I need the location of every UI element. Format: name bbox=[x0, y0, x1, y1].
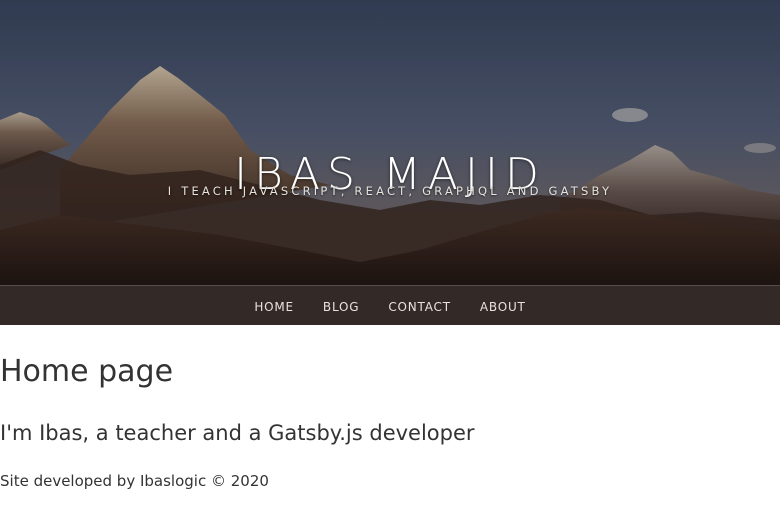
site-tagline: I TEACH JAVASCRIPT, REACT, GRAPHQL AND G… bbox=[167, 184, 613, 198]
nav-item-blog: BLOG bbox=[323, 296, 359, 315]
hero-banner: IBAS MAJID I TEACH JAVASCRIPT, REACT, GR… bbox=[0, 0, 780, 285]
page-title: Home page bbox=[0, 354, 174, 389]
mountain-background-image bbox=[0, 0, 780, 285]
intro-text: I'm Ibas, a teacher and a Gatsby.js deve… bbox=[0, 421, 475, 445]
nav-item-home: HOME bbox=[254, 296, 294, 315]
nav-link-about[interactable]: ABOUT bbox=[480, 300, 526, 314]
nav-link-home[interactable]: HOME bbox=[254, 300, 294, 314]
footer-credit: Site developed by Ibaslogic © 2020 bbox=[0, 472, 269, 490]
nav-link-contact[interactable]: CONTACT bbox=[388, 300, 451, 314]
nav-item-about: ABOUT bbox=[480, 296, 526, 315]
nav-list: HOME BLOG CONTACT ABOUT bbox=[0, 286, 780, 325]
nav-item-contact: CONTACT bbox=[388, 296, 451, 315]
main-navigation: HOME BLOG CONTACT ABOUT bbox=[0, 285, 780, 325]
nav-link-blog[interactable]: BLOG bbox=[323, 300, 359, 314]
